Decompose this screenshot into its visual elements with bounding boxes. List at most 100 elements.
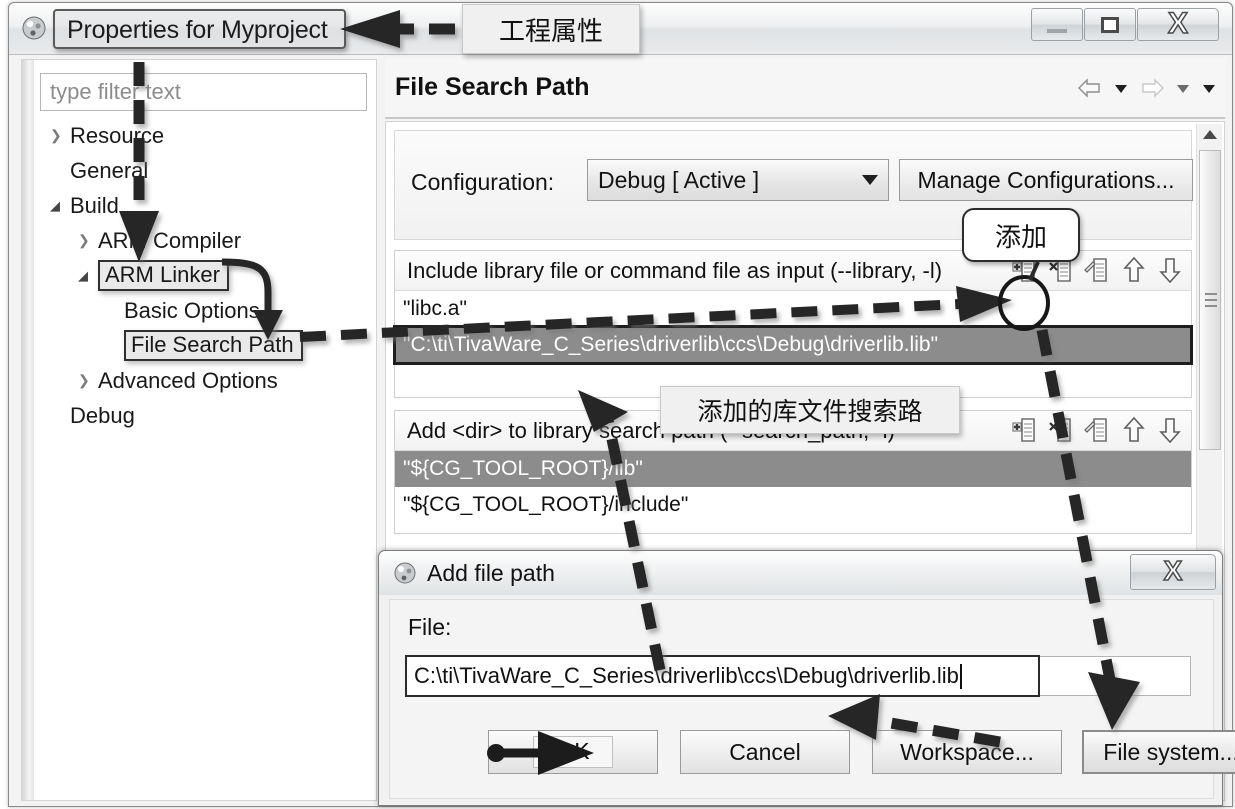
manage-configurations-button[interactable]: Manage Configurations... — [899, 159, 1193, 201]
dialog-titlebar[interactable]: Add file path X — [379, 551, 1222, 595]
list-item[interactable]: "libc.a" — [395, 291, 1191, 327]
tree-item-label: File Search Path — [124, 330, 303, 361]
annotation-title-note-text: 工程属性 — [498, 16, 603, 47]
minimize-icon — [1047, 28, 1067, 33]
annotation-add-note: 添加 — [962, 208, 1080, 262]
library-file-list: "libc.a" "C:\ti\TivaWare_C_Series\driverl… — [393, 291, 1193, 365]
forward-dropdown-icon[interactable] — [1175, 81, 1191, 95]
add-file-path-dialog: Add file path X File: C:\ti\TivaWare_C_S… — [378, 550, 1235, 806]
dialog-body: File: C:\ti\TivaWare_C_Series\driverlib\… — [389, 599, 1235, 799]
cancel-label: Cancel — [729, 738, 801, 765]
edit-icon[interactable] — [1083, 255, 1113, 285]
search-path-section-toolbar — [1011, 415, 1185, 445]
list-item[interactable]: "${CG_TOOL_ROOT}/lib" — [395, 451, 1191, 487]
move-up-icon[interactable] — [1119, 255, 1149, 285]
list-item-text: "${CG_TOOL_ROOT}/include" — [403, 493, 689, 516]
annotation-title-note: 工程属性 — [462, 4, 640, 54]
grip-line — [1205, 305, 1217, 307]
tree-item-debug[interactable]: Debug — [40, 398, 370, 433]
tree-item-build[interactable]: ◢ Build — [40, 188, 370, 223]
tree-item-arm-compiler[interactable]: ❯ ARM Compiler — [40, 223, 370, 258]
tree-item-label: General — [70, 157, 149, 183]
ccs-app-icon — [22, 16, 46, 40]
annotation-library-note-text: 添加的库文件搜索路 — [697, 397, 923, 426]
ccs-app-icon — [394, 562, 416, 584]
ok-label: OK — [533, 736, 613, 768]
tree-item-arm-linker[interactable]: ◢ ARM Linker — [40, 258, 370, 293]
window-title: Properties for Myproject — [67, 15, 328, 44]
library-file-section: Include library file or command file as … — [393, 250, 1193, 398]
workspace-label: Workspace... — [900, 738, 1034, 765]
file-system-button[interactable]: File system... — [1082, 730, 1235, 774]
chevron-right-icon: ❯ — [78, 372, 90, 388]
navigation-tree-panel: type filter text ❯ Resource General ◢ Build ❯… — [21, 59, 377, 801]
close-icon: X — [1167, 6, 1189, 40]
list-item[interactable]: "${CG_TOOL_ROOT}/include" — [395, 487, 1191, 523]
window-title-highlight: Properties for Myproject — [53, 9, 346, 49]
header-navigation — [1077, 77, 1217, 99]
tree-item-label: Advanced Options — [98, 367, 278, 393]
chevron-right-icon: ❯ — [50, 127, 62, 143]
scroll-up-icon[interactable] — [1203, 130, 1217, 139]
manage-configurations-label: Manage Configurations... — [917, 166, 1175, 193]
filter-input[interactable]: type filter text — [40, 73, 367, 111]
edit-icon[interactable] — [1083, 415, 1113, 445]
tree-item-label: Resource — [70, 122, 165, 148]
tree-item-label: Build — [70, 192, 119, 218]
minimize-button[interactable] — [1031, 8, 1083, 41]
configuration-value: Debug [ Active ] — [598, 166, 760, 193]
chevron-down-icon: ◢ — [50, 197, 60, 213]
chevron-down-icon: ◢ — [78, 267, 88, 283]
scrollbar-thumb[interactable] — [1199, 150, 1221, 450]
move-down-icon[interactable] — [1155, 255, 1185, 285]
search-path-list: "${CG_TOOL_ROOT}/lib" "${CG_TOOL_ROOT}/in… — [395, 451, 1191, 523]
delete-icon[interactable] — [1047, 415, 1077, 445]
list-item-text: "C:\ti\TivaWare_C_Series\driverlib\ccs\D… — [403, 333, 939, 356]
tree-item-general[interactable]: General — [40, 153, 370, 188]
file-path-input[interactable]: C:\ti\TivaWare_C_Series\driverlib\ccs\De… — [405, 655, 1040, 697]
tree-item-label: Debug — [70, 402, 135, 428]
grip-line — [1205, 299, 1217, 301]
ok-button[interactable]: OK — [488, 730, 658, 774]
file-path-value: C:\ti\TivaWare_C_Series\driverlib\ccs\De… — [414, 663, 959, 688]
grip-line — [1205, 293, 1217, 295]
file-label: File: — [408, 614, 452, 640]
tree-item-basic-options[interactable]: Basic Options — [40, 293, 370, 328]
forward-arrow-icon[interactable] — [1139, 77, 1165, 99]
close-button[interactable]: X — [1137, 6, 1219, 41]
close-icon: X — [1163, 555, 1183, 586]
chevron-down-icon — [862, 175, 878, 185]
maximize-button[interactable] — [1084, 8, 1136, 41]
configuration-select[interactable]: Debug [ Active ] — [587, 159, 889, 201]
workspace-button[interactable]: Workspace... — [872, 730, 1062, 774]
list-item[interactable]: "C:\ti\TivaWare_C_Series\driverlib\ccs\D… — [393, 325, 1193, 365]
dialog-title: Add file path — [427, 560, 555, 586]
library-section-label: Include library file or command file as … — [407, 257, 943, 283]
configuration-label: Configuration: — [411, 169, 555, 195]
list-item-text: "${CG_TOOL_ROOT}/lib" — [403, 457, 643, 480]
annotation-add-note-text: 添加 — [994, 222, 1047, 253]
tree-item-file-search-path[interactable]: File Search Path — [40, 328, 370, 363]
tree-item-label: ARM Linker — [98, 260, 229, 291]
move-down-icon[interactable] — [1155, 415, 1185, 445]
text-caret — [959, 663, 962, 689]
add-icon[interactable] — [1011, 415, 1041, 445]
list-item-text: "libc.a" — [403, 297, 467, 320]
tree-item-label: Basic Options — [124, 297, 260, 323]
file-system-label: File system... — [1103, 738, 1235, 765]
chevron-right-icon: ❯ — [78, 232, 90, 248]
tree-item-label: ARM Compiler — [98, 227, 242, 253]
cancel-button[interactable]: Cancel — [680, 730, 850, 774]
maximize-icon — [1101, 16, 1119, 33]
dialog-close-button[interactable]: X — [1130, 554, 1216, 590]
move-up-icon[interactable] — [1119, 415, 1149, 445]
view-menu-icon[interactable] — [1201, 81, 1217, 95]
panel-rail — [22, 60, 34, 800]
tree-list: ❯ Resource General ◢ Build ❯ ARM Compiler ◢ ARM … — [40, 118, 370, 433]
page-title: File Search Path — [395, 73, 590, 101]
tree-item-resource[interactable]: ❯ Resource — [40, 118, 370, 153]
back-dropdown-icon[interactable] — [1113, 81, 1129, 95]
content-header: File Search Path — [385, 59, 1225, 119]
tree-item-advanced-options[interactable]: ❯ Advanced Options — [40, 363, 370, 398]
back-arrow-icon[interactable] — [1077, 77, 1103, 99]
